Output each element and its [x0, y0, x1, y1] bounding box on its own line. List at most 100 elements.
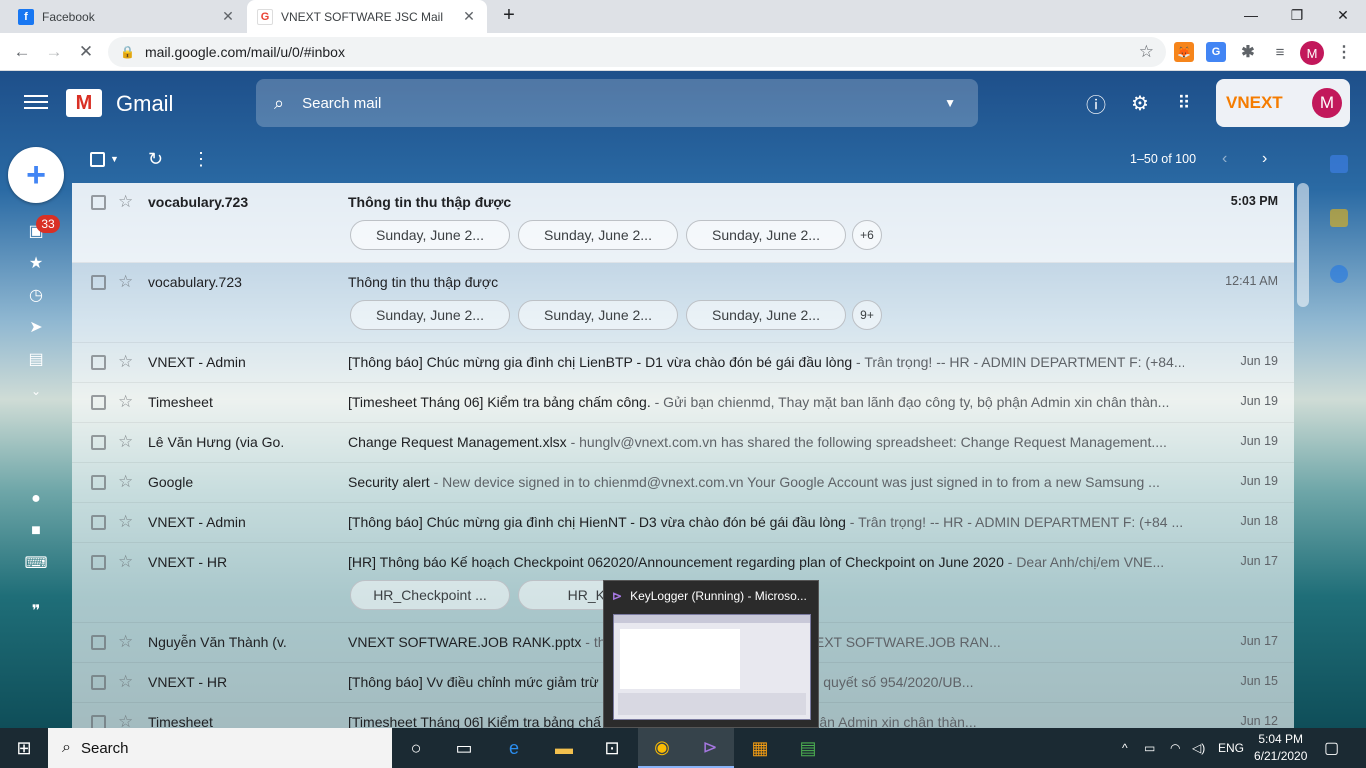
close-window-icon[interactable]: ✕ — [1320, 0, 1366, 30]
translate-extension-icon[interactable]: G — [1206, 42, 1226, 62]
notifications-icon[interactable]: ▢ — [1324, 728, 1339, 768]
email-row[interactable]: ☆ Google Security alert - New device signe… — [72, 463, 1294, 503]
search-icon[interactable]: ⌕ — [274, 93, 284, 114]
attachment-chip[interactable]: Sunday, June 2... — [686, 300, 846, 330]
profile-avatar[interactable]: M — [1300, 41, 1324, 65]
account-area[interactable]: VNEXT M — [1216, 79, 1350, 127]
spreadsheet-app-icon[interactable]: ▤ — [784, 728, 832, 768]
scrollbar[interactable] — [1297, 183, 1309, 307]
gmail-logo-text[interactable]: Gmail — [116, 91, 173, 117]
row-checkbox[interactable] — [91, 195, 106, 210]
tab-gmail[interactable]: G VNEXT SOFTWARE JSC Mail ✕ — [247, 0, 487, 33]
attachment-chip[interactable]: Sunday, June 2... — [518, 300, 678, 330]
snoozed-icon[interactable]: ◷ — [26, 285, 46, 305]
preview-thumbnail[interactable] — [613, 614, 811, 720]
omnibox[interactable]: 🔒 mail.google.com/mail/u/0/#inbox ☆ — [108, 37, 1166, 67]
email-row[interactable]: ☆ Lê Văn Hưng (via Go. Change Request Mana… — [72, 423, 1294, 463]
account-avatar[interactable]: M — [1312, 88, 1342, 118]
extensions-puzzle-icon[interactable]: ✱ — [1238, 42, 1258, 62]
volume-icon[interactable]: ◁) — [1192, 728, 1205, 768]
row-checkbox[interactable] — [91, 395, 106, 410]
calendar-icon[interactable] — [1330, 155, 1348, 173]
tasks-icon[interactable] — [1330, 265, 1348, 283]
row-checkbox[interactable] — [91, 555, 106, 570]
taskbar-preview[interactable]: ⊳ KeyLogger (Running) - Microso... — [603, 580, 819, 728]
cortana-icon[interactable]: ○ — [392, 728, 440, 768]
compose-button[interactable]: + — [8, 147, 64, 203]
new-tab-button[interactable]: + — [486, 0, 532, 30]
older-page-icon[interactable]: › — [1262, 149, 1267, 169]
star-icon[interactable]: ☆ — [118, 272, 133, 292]
star-icon[interactable]: ☆ — [118, 472, 133, 492]
star-icon[interactable]: ☆ — [118, 512, 133, 532]
clock[interactable]: 5:04 PM 6/21/2020 — [1254, 728, 1307, 768]
metamask-extension-icon[interactable]: 🦊 — [1174, 42, 1194, 62]
more-attachments-chip[interactable]: +6 — [852, 220, 882, 250]
gmail-logo-icon[interactable]: M — [66, 89, 102, 117]
star-icon[interactable]: ☆ — [118, 672, 133, 692]
close-tab-icon[interactable]: ✕ — [220, 8, 236, 25]
row-checkbox[interactable] — [91, 275, 106, 290]
settings-gear-icon[interactable]: ⚙ — [1128, 91, 1152, 115]
windows-start-icon[interactable]: ⊞ — [0, 728, 48, 768]
media-control-icon[interactable]: ≡ — [1270, 42, 1290, 62]
star-icon[interactable]: ☆ — [118, 392, 133, 412]
attachment-chip[interactable]: Sunday, June 2... — [350, 220, 510, 250]
more-chevron-icon[interactable]: ⌄ — [26, 381, 46, 401]
row-checkbox[interactable] — [91, 475, 106, 490]
close-tab-icon[interactable]: ✕ — [461, 8, 477, 25]
email-row[interactable]: ☆ vocabulary.723 Thông tin thu thập được 12… — [72, 263, 1294, 343]
minimize-icon[interactable]: — — [1228, 0, 1274, 30]
attachment-chip[interactable]: HR_Checkpoint ... — [350, 580, 510, 610]
star-icon[interactable]: ☆ — [118, 552, 133, 572]
back-icon[interactable]: ← — [8, 39, 36, 65]
keyboard-icon[interactable]: ⌨ — [24, 553, 47, 573]
row-checkbox[interactable] — [91, 355, 106, 370]
language-indicator[interactable]: ENG — [1218, 728, 1244, 768]
more-actions-icon[interactable]: ⋮ — [192, 149, 210, 169]
forward-icon[interactable]: → — [40, 39, 68, 65]
star-icon[interactable]: ☆ — [118, 192, 133, 212]
star-icon[interactable]: ☆ — [118, 432, 133, 452]
more-attachments-chip[interactable]: 9+ — [852, 300, 882, 330]
store-icon[interactable]: ⊡ — [588, 728, 636, 768]
sent-icon[interactable]: ➤ — [26, 317, 46, 337]
chrome-icon[interactable]: ◉ — [638, 728, 686, 768]
file-explorer-icon[interactable]: ▬ — [540, 728, 588, 768]
star-icon[interactable]: ☆ — [118, 632, 133, 652]
star-icon[interactable]: ☆ — [118, 712, 133, 728]
email-row[interactable]: ☆ VNEXT - Admin [Thông báo] Chúc mừng gia … — [72, 503, 1294, 543]
select-all-checkbox[interactable]: ▼ — [90, 149, 119, 169]
attachment-chip[interactable]: Sunday, June 2... — [350, 300, 510, 330]
newer-page-icon[interactable]: ‹ — [1222, 149, 1227, 169]
row-checkbox[interactable] — [91, 515, 106, 530]
hangouts-icon[interactable]: ● — [26, 489, 46, 509]
starred-icon[interactable]: ★ — [26, 253, 46, 273]
show-hidden-icons[interactable]: ^ — [1122, 728, 1128, 768]
search-input[interactable]: Search mail — [302, 95, 381, 112]
email-row[interactable]: ☆ Timesheet [Timesheet Tháng 06] Kiểm tra … — [72, 383, 1294, 423]
drafts-icon[interactable]: ▤ — [26, 349, 46, 369]
search-mail-box[interactable]: ⌕ Search mail ▼ — [256, 79, 978, 127]
main-menu-icon[interactable] — [24, 91, 48, 115]
maximize-icon[interactable]: ❐ — [1274, 0, 1320, 30]
browser-menu-icon[interactable]: ⋮ — [1334, 42, 1354, 62]
row-checkbox[interactable] — [91, 635, 106, 650]
taskbar-search-box[interactable]: ⌕ Search — [48, 728, 392, 768]
battery-icon[interactable]: ▭ — [1144, 728, 1155, 768]
stop-loading-icon[interactable]: ✕ — [72, 39, 100, 65]
row-checkbox[interactable] — [91, 715, 106, 728]
search-options-icon[interactable]: ▼ — [944, 96, 956, 110]
row-checkbox[interactable] — [91, 435, 106, 450]
keep-icon[interactable] — [1330, 209, 1348, 227]
meet-video-icon[interactable]: ■ — [26, 521, 46, 541]
chat-quote-icon[interactable]: ❞ — [26, 601, 46, 621]
row-checkbox[interactable] — [91, 675, 106, 690]
star-icon[interactable]: ☆ — [118, 352, 133, 372]
email-row[interactable]: ☆ VNEXT - Admin [Thông báo] Chúc mừng gia … — [72, 343, 1294, 383]
email-row[interactable]: ☆ vocabulary.723 Thông tin thu thập được 5:… — [72, 183, 1294, 263]
support-icon[interactable]: ⓘ — [1084, 91, 1108, 117]
visual-studio-taskbar-icon[interactable]: ⊳ — [686, 728, 734, 768]
bookmark-star-icon[interactable]: ☆ — [1139, 42, 1154, 62]
task-view-icon[interactable]: ▭ — [440, 728, 488, 768]
